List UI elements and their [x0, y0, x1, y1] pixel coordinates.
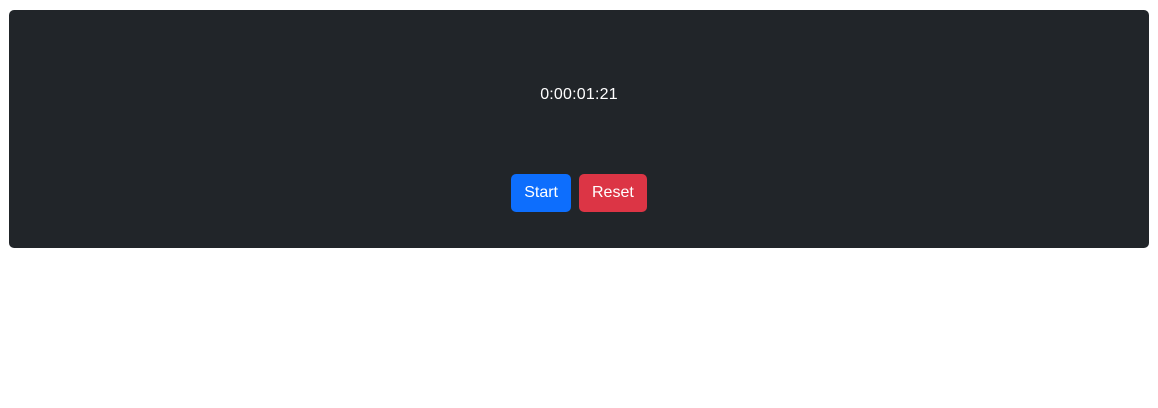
timer-display: 0:00:01:21 [540, 86, 618, 103]
reset-button[interactable]: Reset [579, 174, 647, 212]
timer-controls: Start Reset [9, 174, 1149, 212]
timer-card: 0:00:01:21 Start Reset [9, 10, 1149, 248]
start-button[interactable]: Start [511, 174, 571, 212]
page: 0:00:01:21 Start Reset [0, 0, 1158, 408]
